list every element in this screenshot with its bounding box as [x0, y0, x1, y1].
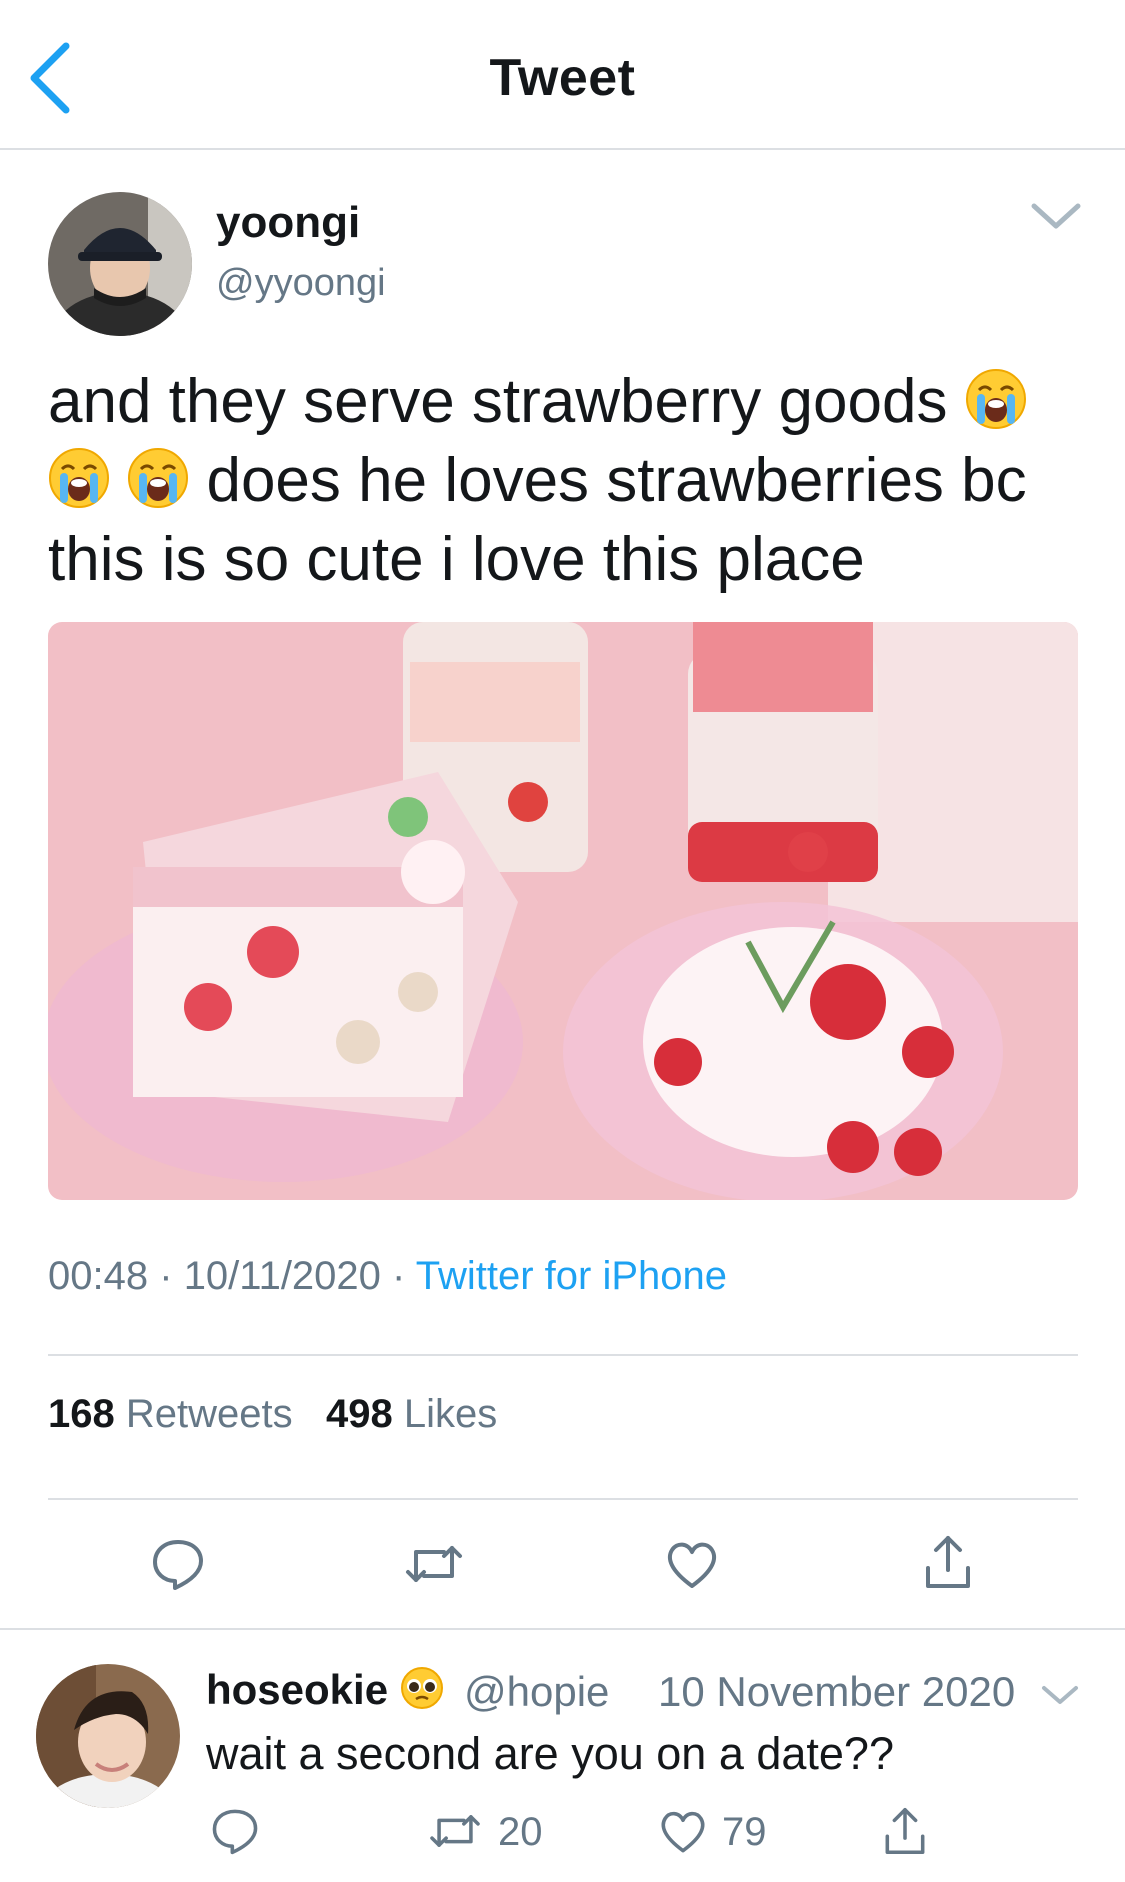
retweets-label: Retweets: [125, 1392, 293, 1436]
author-avatar[interactable]: [48, 192, 192, 336]
crying-face-emoji-icon: [48, 447, 110, 509]
reply-display-name-text: hoseokie: [206, 1666, 389, 1713]
reply-date: 10 November 2020: [658, 1668, 1016, 1715]
tweet-date: 10/11/2020: [183, 1254, 381, 1298]
tweet-text-part-2: does he loves strawberries bc this is so…: [48, 446, 1027, 594]
pleading-face-emoji-icon: [400, 1666, 444, 1710]
tweet-photo[interactable]: [48, 622, 1078, 1200]
retweets-count: 168: [48, 1392, 115, 1436]
reply-menu-chevron-icon[interactable]: [1040, 1680, 1080, 1710]
tweet-stats: 168 Retweets 498 Likes: [48, 1392, 497, 1437]
reply-like-heart-icon[interactable]: [658, 1806, 708, 1856]
retweet-icon[interactable]: [404, 1538, 464, 1590]
reply-text: wait a second are you on a date??: [206, 1728, 894, 1779]
reply-reply-icon[interactable]: [210, 1806, 260, 1856]
share-icon[interactable]: [922, 1532, 974, 1592]
reply-retweet-count: 20: [498, 1810, 543, 1854]
tweet-text: and they serve strawberry goods does he …: [48, 362, 1088, 599]
likes-count: 498: [325, 1392, 393, 1436]
meta-separator: ·: [159, 1254, 173, 1298]
tweet-metadata: 00:48 · 10/11/2020 · Twitter for iPhone: [48, 1254, 727, 1299]
meta-separator: ·: [392, 1254, 406, 1298]
author-display-name[interactable]: yoongi: [216, 198, 360, 248]
tweet-source-link[interactable]: Twitter for iPhone: [416, 1254, 727, 1298]
reply-share-icon[interactable]: [882, 1804, 928, 1858]
retweets-stat[interactable]: 168 Retweets: [48, 1392, 293, 1436]
reply-retweet-icon[interactable]: [428, 1808, 482, 1854]
like-heart-icon[interactable]: [664, 1536, 720, 1592]
crying-face-emoji-icon: [965, 368, 1027, 430]
tweet-time: 00:48: [48, 1254, 149, 1298]
divider: [0, 1628, 1125, 1630]
author-handle[interactable]: @yyoongi: [216, 262, 386, 305]
likes-label: Likes: [403, 1392, 498, 1436]
divider: [48, 1498, 1078, 1500]
reply-handle[interactable]: @hopie: [464, 1668, 609, 1716]
reply-icon[interactable]: [150, 1536, 206, 1592]
crying-face-emoji-icon: [127, 447, 189, 509]
tweet-menu-chevron-icon[interactable]: [1028, 196, 1084, 236]
reply-display-name[interactable]: hoseokie: [206, 1666, 444, 1714]
likes-stat[interactable]: 498 Likes: [326, 1392, 497, 1436]
reply-author-avatar[interactable]: [36, 1664, 180, 1808]
divider: [48, 1354, 1078, 1356]
tweet-text-part-1: and they serve strawberry goods: [48, 367, 965, 436]
nav-header: Tweet: [0, 0, 1125, 150]
reply-like-count: 79: [722, 1810, 767, 1854]
page-title: Tweet: [489, 49, 636, 107]
